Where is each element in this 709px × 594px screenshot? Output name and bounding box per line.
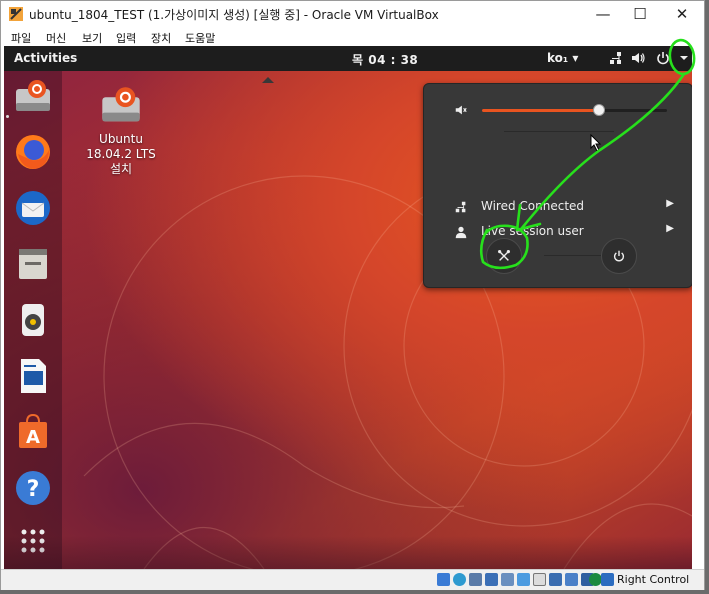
rhythmbox-icon[interactable] [13, 300, 53, 340]
network-adapter-icon[interactable] [485, 573, 498, 586]
power-icon[interactable] [655, 50, 671, 66]
guest-screen[interactable]: Activities 목 04 : 38 ko₁ ▾ A ? Ubuntu 18… [4, 46, 692, 569]
settings-button[interactable] [486, 238, 522, 274]
mouse-cursor-icon [590, 134, 602, 152]
gnome-topbar: Activities 목 04 : 38 ko₁ ▾ [4, 46, 692, 71]
system-menu-arrow-icon[interactable] [676, 50, 692, 66]
separator [504, 131, 614, 132]
volume-muted-icon[interactable] [454, 103, 468, 117]
firefox-icon[interactable] [13, 132, 53, 172]
user-icon [455, 226, 467, 239]
minimize-button[interactable]: — [583, 1, 623, 27]
hard-disk-icon[interactable] [437, 573, 450, 586]
maximize-button[interactable]: ☐ [620, 1, 660, 27]
ubuntu-install-icon [102, 87, 140, 122]
speaker-icon[interactable] [630, 50, 646, 66]
desktop-icon-label-line1: Ubuntu [99, 132, 143, 146]
help-icon[interactable]: ? [13, 468, 53, 508]
volume-slider[interactable] [482, 104, 667, 116]
menu-item-wired[interactable]: Wired Connected ▶ [444, 197, 674, 217]
files-icon[interactable] [13, 244, 53, 284]
menu-file[interactable]: 파일 [11, 30, 31, 46]
video-capture-icon[interactable] [549, 573, 562, 586]
ubuntu-install-icon[interactable] [13, 77, 53, 117]
volume-slider-fill [482, 109, 599, 112]
chevron-right-icon: ▶ [666, 198, 674, 209]
network-icon[interactable] [608, 50, 624, 66]
shared-folder-icon[interactable] [517, 573, 530, 586]
menubar: 파일 머신 보기 입력 장치 도움말 [1, 27, 704, 46]
system-menu-pointer [262, 77, 274, 83]
menu-devices[interactable]: 장치 [151, 30, 171, 46]
menu-machine[interactable]: 머신 [46, 30, 66, 46]
display-icon[interactable] [533, 573, 546, 586]
host-key-label: Right Control [617, 573, 690, 586]
screen-icon[interactable] [565, 573, 578, 586]
svg-text:A: A [26, 427, 40, 448]
clock[interactable]: 목 04 : 38 [352, 51, 418, 68]
network-icon [455, 201, 466, 213]
status-bar: Right Control [1, 569, 704, 590]
mouse-integration-icon[interactable] [601, 573, 614, 586]
window-title: ubuntu_1804_TEST (1.가상이미지 생성) [실행 중] - O… [29, 8, 439, 22]
menu-view[interactable]: 보기 [82, 30, 102, 46]
volume-slider-knob[interactable] [592, 104, 605, 116]
close-button[interactable]: ✕ [662, 1, 702, 27]
svg-text:?: ? [27, 477, 40, 502]
user-label: Live session user [481, 224, 584, 238]
power-off-button[interactable] [601, 238, 637, 274]
menu-help[interactable]: 도움말 [185, 30, 215, 46]
writer-icon[interactable] [13, 356, 53, 396]
wired-label: Wired Connected [481, 199, 585, 213]
desktop-install-ubuntu[interactable]: Ubuntu 18.04.2 LTS 설치 [86, 84, 156, 177]
running-indicator [6, 115, 9, 118]
window-titlebar: ubuntu_1804_TEST (1.가상이미지 생성) [실행 중] - O… [1, 1, 704, 27]
wallpaper-shade [4, 536, 692, 569]
usb-icon[interactable] [501, 573, 514, 586]
menu-input[interactable]: 입력 [116, 30, 136, 46]
chevron-right-icon: ▶ [666, 223, 674, 234]
audio-icon[interactable] [469, 573, 482, 586]
dock: A ? [4, 71, 62, 569]
virtualbox-window: ubuntu_1804_TEST (1.가상이미지 생성) [실행 중] - O… [0, 0, 705, 590]
thunderbird-icon[interactable] [13, 188, 53, 228]
activities-button[interactable]: Activities [14, 51, 77, 65]
desktop-icon-label-line2: 18.04.2 LTS [86, 147, 156, 161]
menu-item-user[interactable]: Live session user ▶ [444, 222, 674, 242]
optical-drive-icon[interactable] [453, 573, 466, 586]
software-icon[interactable]: A [13, 412, 53, 452]
virtualbox-app-icon [9, 7, 23, 21]
settings-icon [498, 250, 510, 261]
power-icon [613, 250, 625, 262]
desktop-icon-label-line3: 설치 [109, 162, 133, 176]
keyboard-layout[interactable]: ko₁ ▾ [547, 51, 578, 65]
system-menu-popup: Wired Connected ▶ Live session user ▶ [423, 83, 692, 288]
